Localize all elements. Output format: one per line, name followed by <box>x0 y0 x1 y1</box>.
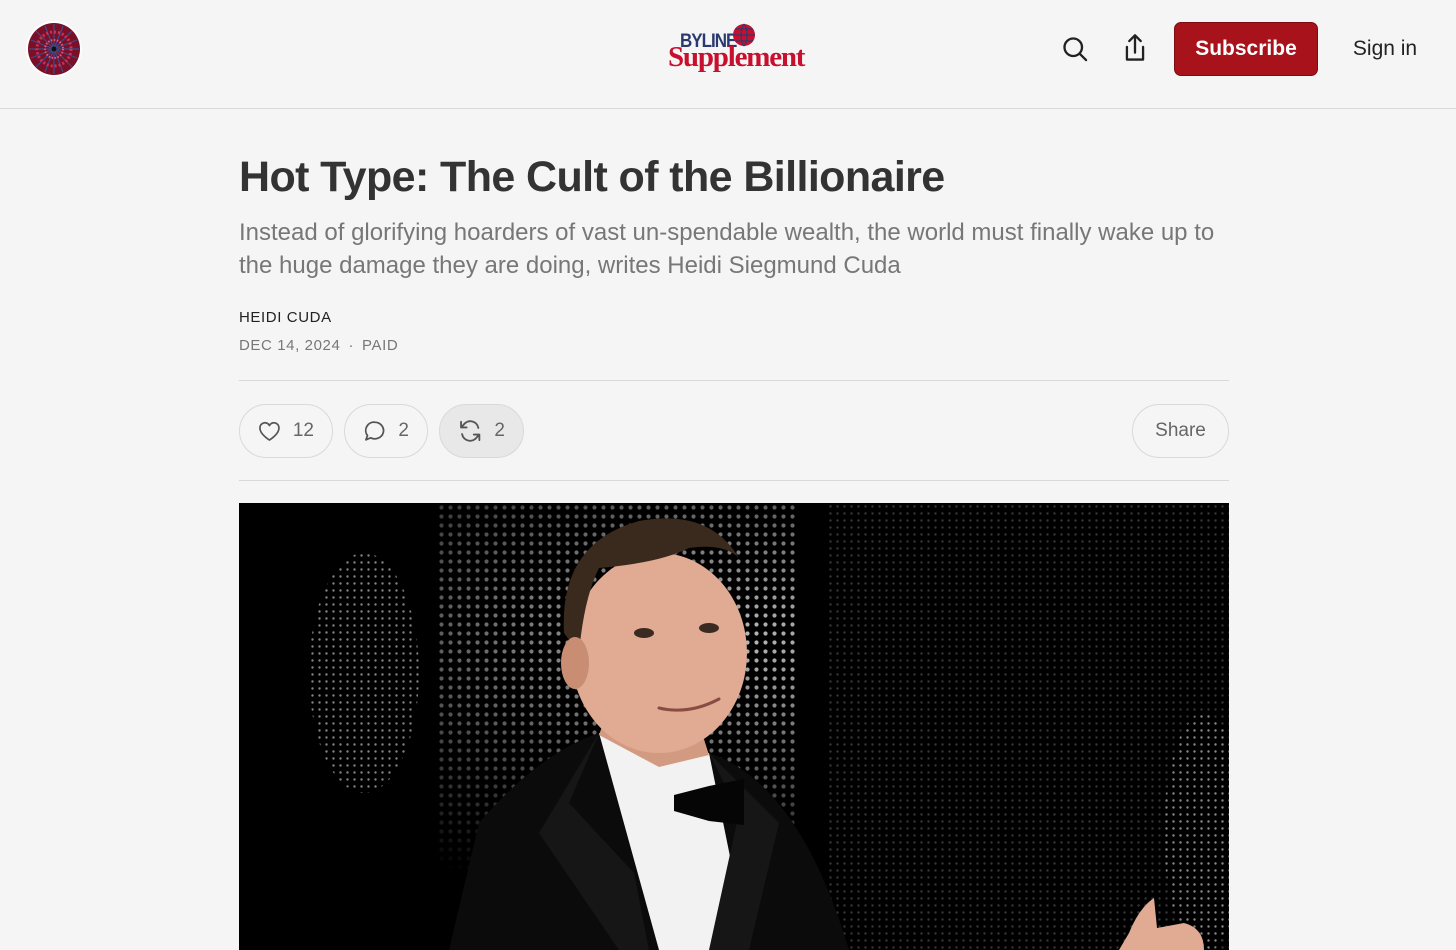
like-count: 12 <box>292 420 314 441</box>
subscribe-button[interactable]: Subscribe <box>1174 22 1318 76</box>
hero-image <box>239 503 1229 950</box>
heart-icon <box>259 421 280 441</box>
comment-button[interactable]: 2 <box>344 404 428 458</box>
post-meta: DEC 14, 2024 · PAID <box>239 337 398 354</box>
top-bar: BYLINE Supplement Subscribe Sign in <box>0 0 1456 109</box>
restack-count: 2 <box>494 420 505 441</box>
divider-bottom <box>239 480 1229 481</box>
publication-logo[interactable]: BYLINE Supplement <box>664 20 805 76</box>
access-badge: PAID <box>362 337 399 354</box>
search-button[interactable] <box>1055 29 1095 69</box>
brand-main-text: Supplement <box>668 41 805 73</box>
comment-count: 2 <box>398 420 409 441</box>
restack-icon <box>460 420 481 442</box>
share-button-top[interactable] <box>1115 28 1155 68</box>
comment-icon <box>364 421 385 441</box>
share-button[interactable]: Share <box>1132 404 1229 458</box>
divider-top <box>239 380 1229 381</box>
share-icon <box>1125 34 1145 61</box>
restack-button[interactable]: 2 <box>439 404 524 458</box>
article-subtitle: Instead of glorifying hoarders of vast u… <box>239 219 1215 279</box>
article-title: Hot Type: The Cult of the Billionaire <box>239 153 945 201</box>
meta-separator: · <box>348 337 355 354</box>
author-link[interactable]: HEIDI CUDA <box>239 309 332 326</box>
hero-photo-illustration <box>239 503 1229 950</box>
post-date: DEC 14, 2024 <box>239 337 341 354</box>
site-logo-icon[interactable] <box>26 21 82 77</box>
like-button[interactable]: 12 <box>239 404 333 458</box>
search-icon <box>1063 37 1088 62</box>
sign-in-link[interactable]: Sign in <box>1340 22 1430 76</box>
